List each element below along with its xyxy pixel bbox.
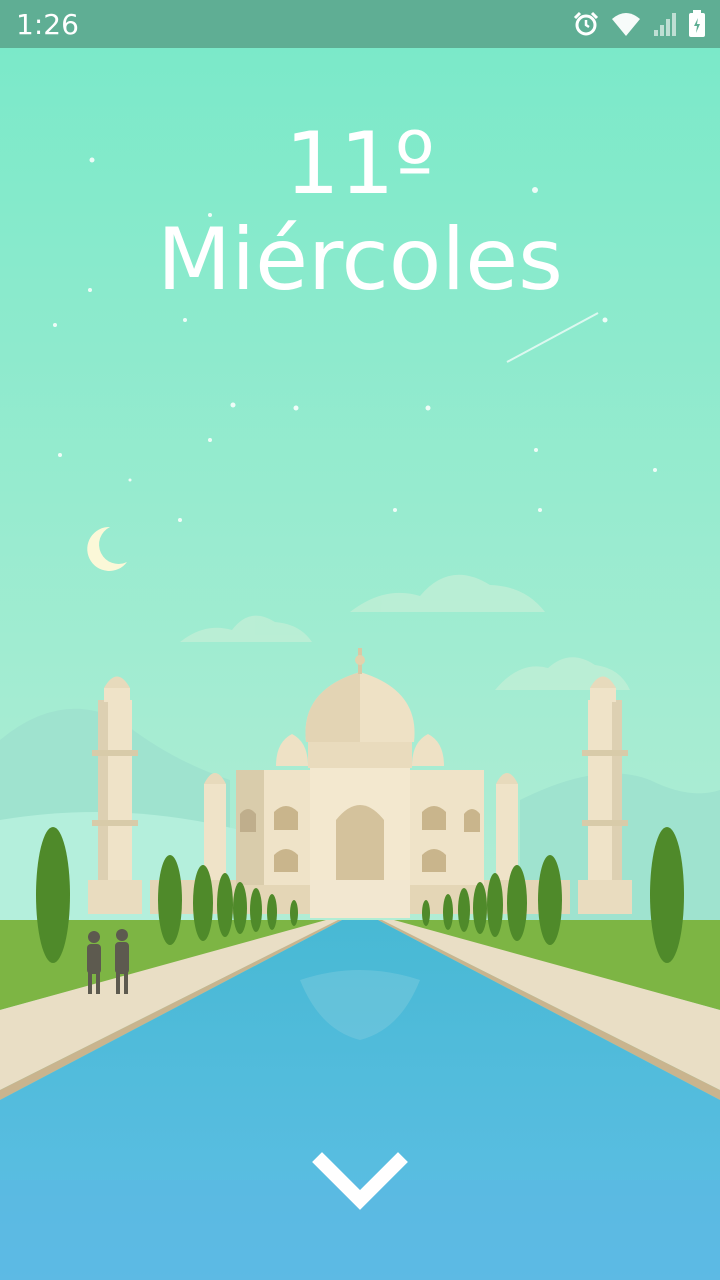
wifi-icon [612,13,640,36]
status-time: 1:26 [16,7,79,41]
chevron-down-icon[interactable] [312,1152,408,1222]
alarm-icon [573,11,599,36]
signal-icon [654,13,676,36]
status-bar: 1:26 [0,0,720,48]
weather-headline: 11º Miércoles [0,118,720,310]
temperature: 11º [285,114,435,214]
day-of-week: Miércoles [157,210,563,310]
status-icons [572,10,706,38]
battery-icon [689,10,705,37]
